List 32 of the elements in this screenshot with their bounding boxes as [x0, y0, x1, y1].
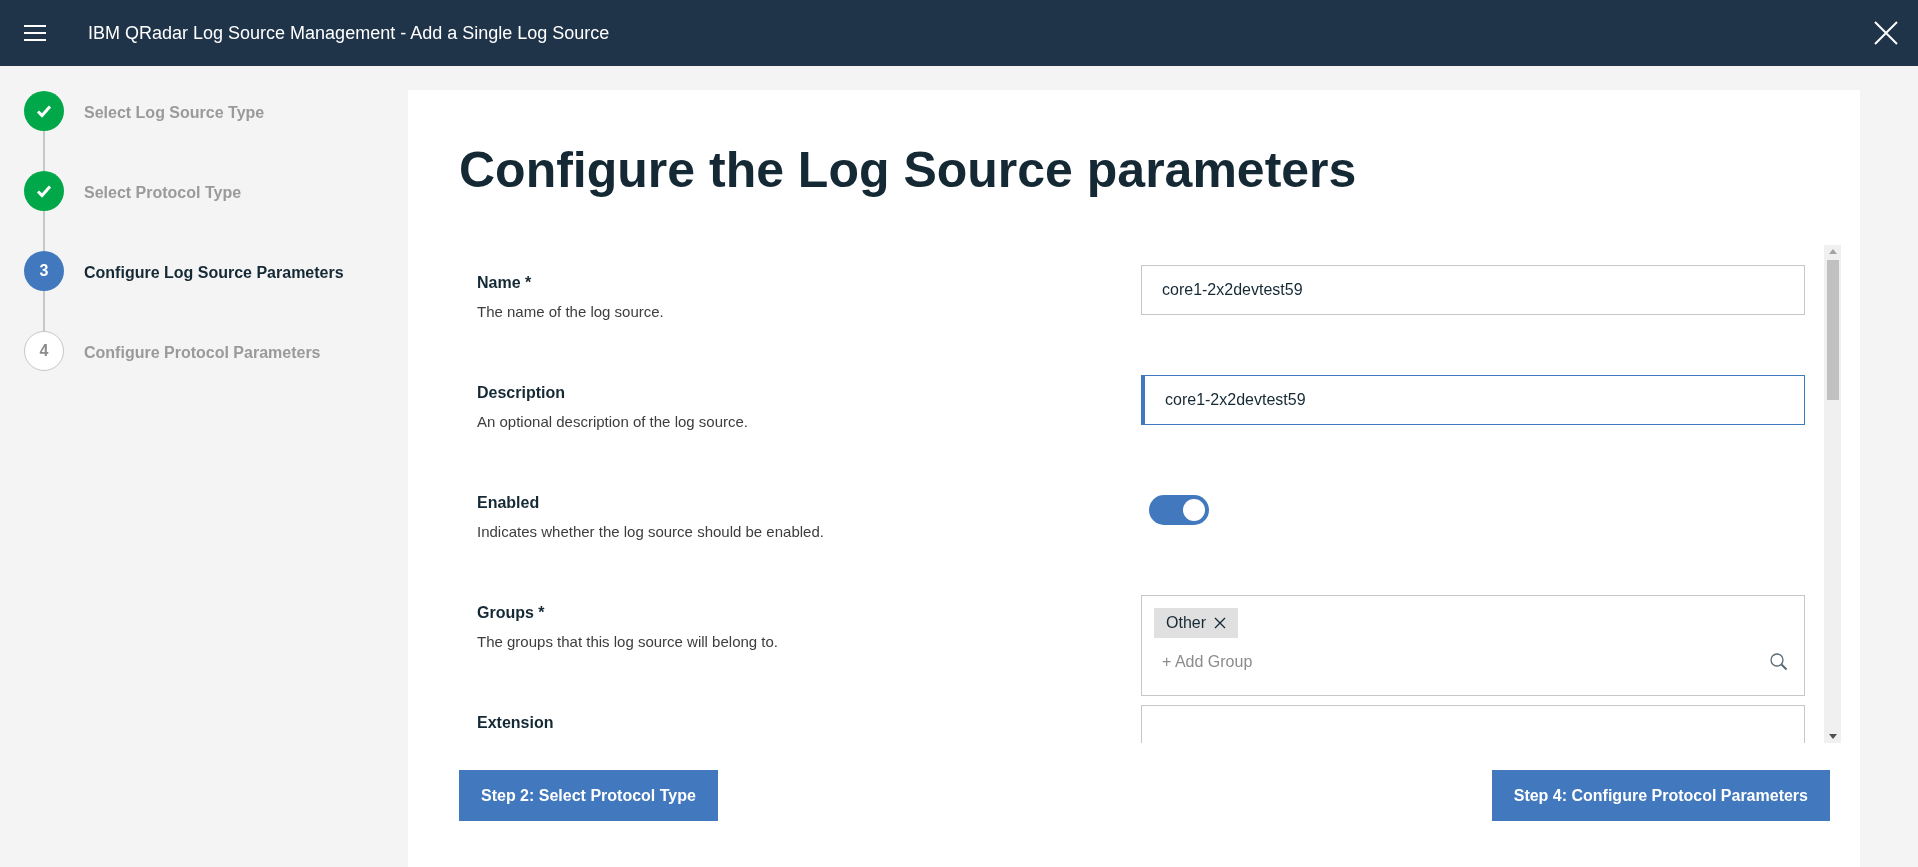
text-input[interactable]: core1-2x2devtest59: [1141, 265, 1805, 315]
close-icon[interactable]: [1214, 617, 1226, 629]
page-title: Configure the Log Source parameters: [459, 145, 1358, 195]
tag-label: Other: [1166, 613, 1206, 633]
back-button[interactable]: Step 2: Select Protocol Type: [459, 770, 718, 821]
step-label[interactable]: Select Log Source Type: [84, 101, 265, 125]
groups-field[interactable]: Other + Add Group: [1141, 595, 1805, 696]
text-input[interactable]: core1-2x2devtest59: [1141, 375, 1805, 425]
step-number: 3: [24, 251, 64, 291]
step-label[interactable]: Select Protocol Type: [84, 181, 242, 205]
scroll-down-arrow-icon[interactable]: [1828, 734, 1837, 739]
field-label: Groups *: [477, 603, 546, 623]
field-description: The name of the log source.: [477, 302, 665, 322]
scrollbar-thumb[interactable]: [1826, 260, 1839, 400]
scrollbar[interactable]: [1824, 245, 1841, 743]
field-label: Name *: [477, 273, 533, 293]
add-group-input[interactable]: + Add Group: [1162, 650, 1562, 674]
step-number: 4: [24, 331, 64, 371]
field-description: An optional description of the log source.: [477, 412, 749, 432]
step-label[interactable]: Configure Protocol Parameters: [84, 341, 321, 365]
step-label[interactable]: Configure Log Source Parameters: [84, 261, 344, 285]
next-button[interactable]: Step 4: Configure Protocol Parameters: [1491, 770, 1830, 821]
field-description: Indicates whether the log source should be enabled.: [477, 522, 825, 542]
menu-icon[interactable]: [24, 25, 46, 41]
field-label: Description: [477, 383, 566, 403]
search-icon[interactable]: [1770, 653, 1788, 671]
field-label: Enabled: [477, 493, 541, 513]
field-label: Extension: [477, 713, 555, 733]
text-input[interactable]: [1141, 705, 1805, 743]
toggle-switch[interactable]: [1149, 495, 1209, 525]
field-description: The groups that this log source will belong to.: [477, 632, 779, 652]
window-title: IBM QRadar Log Source Management - Add a Single Log Source: [88, 21, 610, 45]
